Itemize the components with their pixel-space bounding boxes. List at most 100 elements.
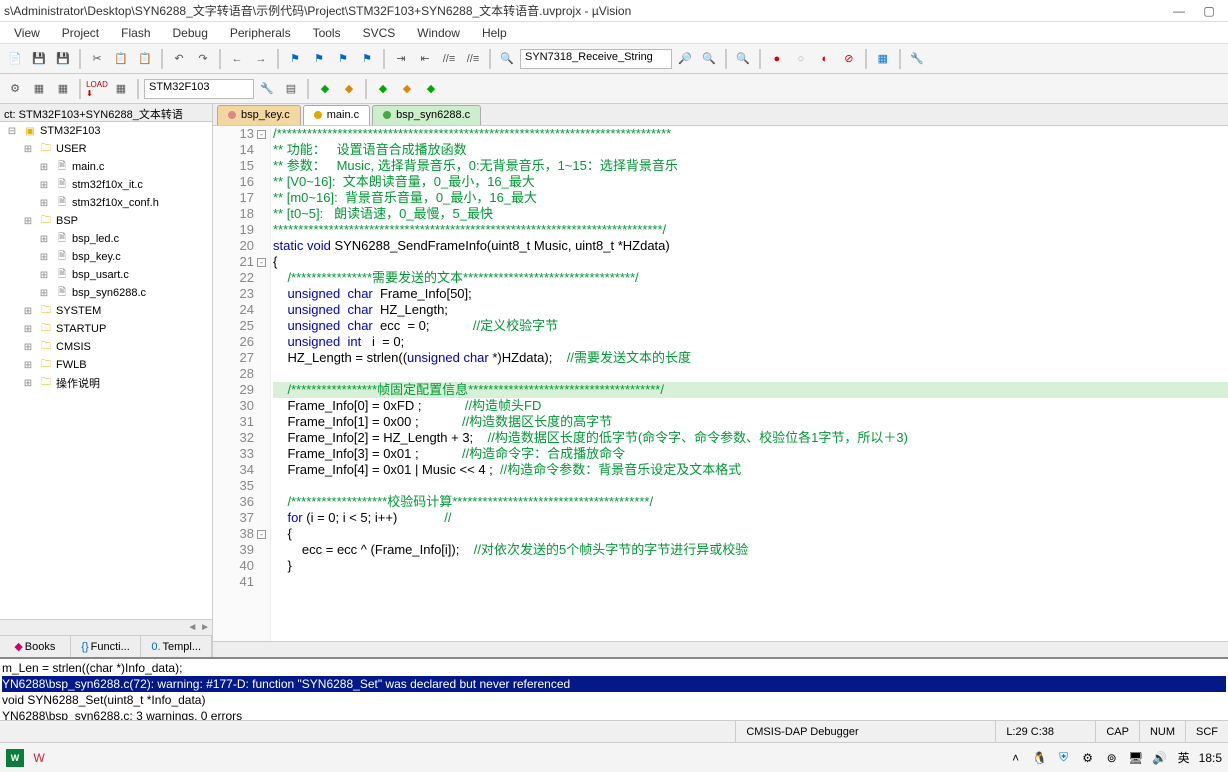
tree-item[interactable]: ⊞🗎stm32f10x_conf.h <box>0 194 212 212</box>
expand-icon[interactable]: ⊞ <box>20 322 36 336</box>
comment-icon[interactable]: //≡ <box>438 48 460 70</box>
code-line[interactable]: ** [m0~16]: 背景音乐音量，0_最小，16_最大 <box>273 190 1228 206</box>
code-line[interactable]: Frame_Info[3] = 0x01 ; //构造命令字：合成播放命令 <box>273 446 1228 462</box>
bookmark-next-icon[interactable]: ⚑ <box>332 48 354 70</box>
pack-installer-icon[interactable]: ◆ <box>372 78 394 100</box>
taskbar-app-icon[interactable]: W <box>6 749 24 767</box>
redo-icon[interactable]: ↷ <box>192 48 214 70</box>
maximize-button[interactable]: ▢ <box>1194 4 1224 18</box>
fold-icon[interactable]: - <box>257 130 266 139</box>
nav-fwd-icon[interactable]: → <box>250 48 272 70</box>
code-line[interactable]: static void SYN6288_SendFrameInfo(uint8_… <box>273 238 1228 254</box>
menu-tools[interactable]: Tools <box>303 24 351 42</box>
code-line[interactable]: } <box>273 558 1228 574</box>
expand-icon[interactable]: ⊞ <box>36 268 52 282</box>
indent-icon[interactable]: ⇥ <box>390 48 412 70</box>
code-line[interactable]: ** 功能： 设置语音合成播放函数 <box>273 142 1228 158</box>
nav-back-icon[interactable]: ← <box>226 48 248 70</box>
sidebar-tab-templates[interactable]: 0.Templ... <box>141 636 212 657</box>
menu-peripherals[interactable]: Peripherals <box>220 24 301 42</box>
code-content[interactable]: /***************************************… <box>271 126 1228 641</box>
manage-rte-icon[interactable]: ◆ <box>314 78 336 100</box>
configure-icon[interactable]: 🔧 <box>906 48 928 70</box>
expand-icon[interactable]: ⊞ <box>36 178 52 192</box>
find-in-files-icon[interactable]: 🔎 <box>674 48 696 70</box>
tree-item[interactable]: ⊞🗎stm32f10x_it.c <box>0 176 212 194</box>
tray-qq-icon[interactable]: 🐧 <box>1031 749 1049 767</box>
select-pack-icon[interactable]: ◆ <box>338 78 360 100</box>
expand-icon[interactable]: ⊞ <box>20 142 36 156</box>
expand-icon[interactable]: ⊞ <box>20 358 36 372</box>
build-icon[interactable]: ▦ <box>28 78 50 100</box>
bookmark-prev-icon[interactable]: ⚑ <box>308 48 330 70</box>
tab-bsp-key[interactable]: bsp_key.c <box>217 105 301 125</box>
tray-gear-icon[interactable]: ⚙ <box>1079 749 1097 767</box>
tree-item[interactable]: ⊞🗀操作说明 <box>0 374 212 392</box>
tree-item[interactable]: ⊟▣STM32F103 <box>0 122 212 140</box>
cut-icon[interactable]: ✂ <box>86 48 108 70</box>
translate-icon[interactable]: ⚙ <box>4 78 26 100</box>
tree-item[interactable]: ⊞🗀FWLB <box>0 356 212 374</box>
code-line[interactable]: /****************需要发送的文本****************… <box>273 270 1228 286</box>
tree-item[interactable]: ⊞🗀USER <box>0 140 212 158</box>
breakpoint-disable-icon[interactable]: ○ <box>790 48 812 70</box>
tab-bsp-syn6288[interactable]: bsp_syn6288.c <box>372 105 481 125</box>
incremental-find-icon[interactable]: 🔍 <box>698 48 720 70</box>
code-line[interactable]: Frame_Info[1] = 0x00 ; //构造数据区长度的高字节 <box>273 414 1228 430</box>
code-line[interactable]: unsigned char Frame_Info[50]; <box>273 286 1228 302</box>
tray-volume-icon[interactable]: 🔊 <box>1151 749 1169 767</box>
taskbar-wps-icon[interactable]: W <box>30 749 48 767</box>
tray-up-icon[interactable]: ˄ <box>1007 749 1025 767</box>
code-line[interactable] <box>273 366 1228 382</box>
code-line[interactable]: Frame_Info[0] = 0xFD ; //构造帧头FD <box>273 398 1228 414</box>
breakpoint-icon[interactable]: ● <box>766 48 788 70</box>
code-line[interactable]: unsigned int i = 0; <box>273 334 1228 350</box>
tree-item[interactable]: ⊞🗀STARTUP <box>0 320 212 338</box>
code-line[interactable]: unsigned char HZ_Length; <box>273 302 1228 318</box>
batch-build-icon[interactable]: ▦ <box>110 78 132 100</box>
save-icon[interactable]: 💾 <box>28 48 50 70</box>
find-combo[interactable]: SYN7318_Receive_String <box>520 49 672 69</box>
tab-main[interactable]: main.c <box>303 105 370 125</box>
save-all-icon[interactable]: 💾 <box>52 48 74 70</box>
tray-ime[interactable]: 英 <box>1175 749 1193 767</box>
tree-item[interactable]: ⊞🗀CMSIS <box>0 338 212 356</box>
window-layout-icon[interactable]: ▦ <box>872 48 894 70</box>
code-line[interactable]: /***************************************… <box>273 126 1228 142</box>
tree-item[interactable]: ⊞🗎main.c <box>0 158 212 176</box>
minimize-button[interactable]: — <box>1164 4 1194 18</box>
code-line[interactable]: ** [t0~5]: 朗读语速，0_最慢，5_最快 <box>273 206 1228 222</box>
expand-icon[interactable]: ⊞ <box>20 376 36 390</box>
code-line[interactable]: unsigned char ecc = 0; //定义校验字节 <box>273 318 1228 334</box>
sidebar-tab-functions[interactable]: {}Functi... <box>71 636 142 657</box>
new-icon[interactable]: 📄 <box>4 48 26 70</box>
tree-item[interactable]: ⊞🗎bsp_syn6288.c <box>0 284 212 302</box>
rebuild-icon[interactable]: ▦ <box>52 78 74 100</box>
code-line[interactable]: /*****************帧固定配置信息***************… <box>273 382 1228 398</box>
code-editor[interactable]: 13-1415161718192021-22232425262728293031… <box>213 126 1228 641</box>
debug-icon[interactable]: 🔍 <box>732 48 754 70</box>
bookmark-clear-icon[interactable]: ⚑ <box>356 48 378 70</box>
expand-icon[interactable]: ⊞ <box>36 232 52 246</box>
code-line[interactable]: { <box>273 526 1228 542</box>
tree-item[interactable]: ⊞🗎bsp_key.c <box>0 248 212 266</box>
code-line[interactable]: ****************************************… <box>273 222 1228 238</box>
menu-debug[interactable]: Debug <box>163 24 218 42</box>
uncomment-icon[interactable]: //≡ <box>462 48 484 70</box>
code-line[interactable]: for (i = 0; i < 5; i++) // <box>273 510 1228 526</box>
find-icon[interactable]: 🔍 <box>496 48 518 70</box>
menu-svcs[interactable]: SVCS <box>353 24 406 42</box>
tray-shield-icon[interactable]: ⛨ <box>1055 749 1073 767</box>
code-line[interactable]: HZ_Length = strlen((unsigned char *)HZda… <box>273 350 1228 366</box>
tree-hscroll[interactable]: ◄ ► <box>0 619 212 635</box>
expand-icon[interactable]: ⊞ <box>36 196 52 210</box>
expand-icon[interactable]: ⊞ <box>20 340 36 354</box>
breakpoint-enable-icon[interactable]: ◐ <box>814 48 836 70</box>
code-line[interactable]: Frame_Info[4] = 0x01 | Music << 4 ; //构造… <box>273 462 1228 478</box>
load-icon[interactable]: LOAD⬇ <box>86 78 108 100</box>
sidebar-tab-books[interactable]: ◆Books <box>0 636 71 657</box>
expand-icon[interactable]: ⊞ <box>36 250 52 264</box>
editor-hscroll[interactable] <box>213 641 1228 657</box>
code-line[interactable]: Frame_Info[2] = HZ_Length + 3; //构造数据区长度… <box>273 430 1228 446</box>
menu-window[interactable]: Window <box>407 24 470 42</box>
